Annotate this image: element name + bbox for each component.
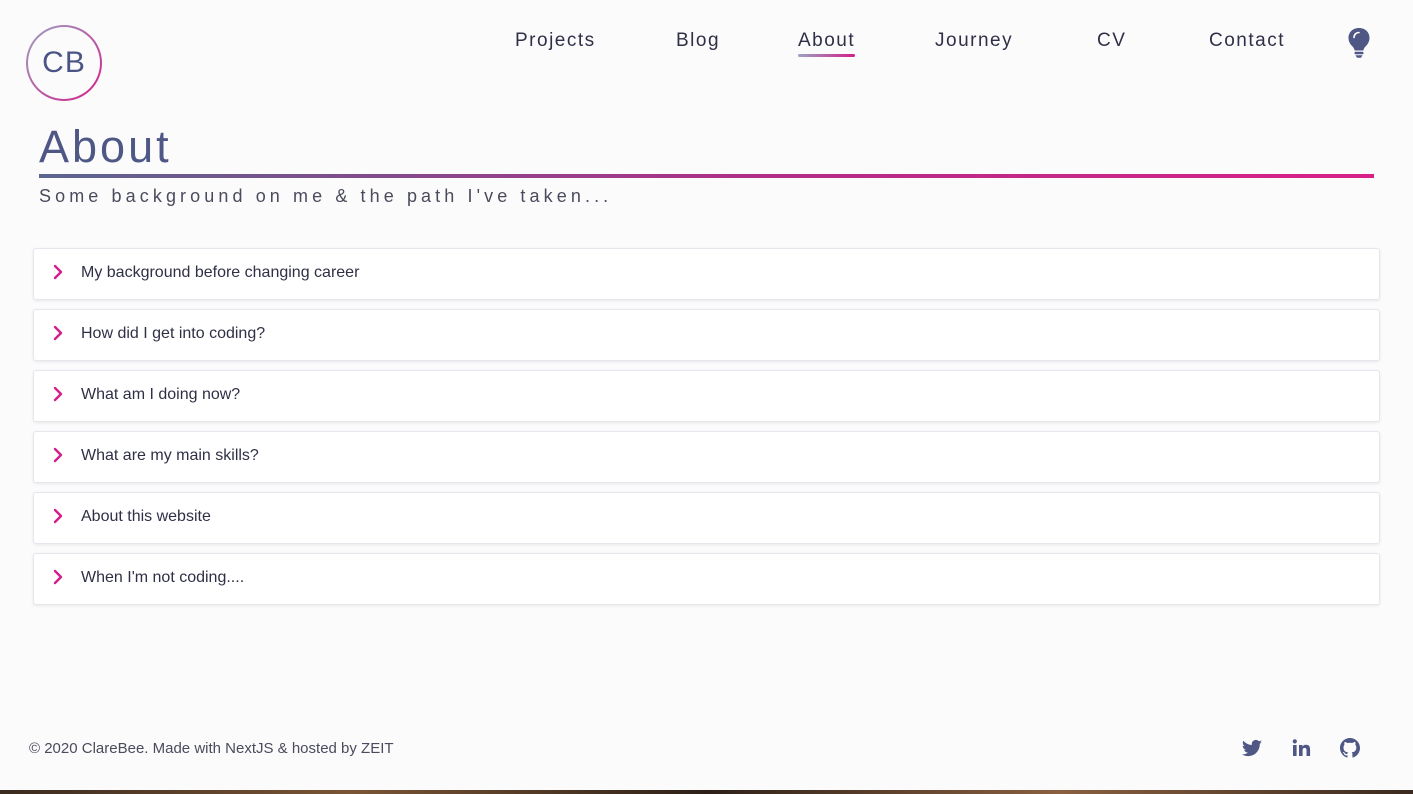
chevron-right-icon [53, 508, 63, 524]
nav-contact[interactable]: Contact [1209, 30, 1285, 52]
nav-projects[interactable]: Projects [515, 30, 596, 52]
footer-copyright: © 2020 ClareBee. Made with NextJS & host… [29, 740, 394, 757]
nav-blog[interactable]: Blog [676, 30, 720, 52]
nav-journey[interactable]: Journey [935, 30, 1013, 52]
accordion-item-into-coding[interactable]: How did I get into coding? [33, 309, 1380, 361]
page-title: About [39, 121, 172, 172]
page: CB Projects Blog About Journey CV Contac… [0, 0, 1413, 794]
accordion-item-skills[interactable]: What are my main skills? [33, 431, 1380, 483]
main-nav: Projects Blog About Journey CV Contact [0, 30, 1413, 60]
about-accordion: My background before changing career How… [33, 248, 1380, 614]
bottom-background-strip [0, 790, 1413, 794]
linkedin-icon[interactable] [1289, 736, 1313, 760]
accordion-item-background[interactable]: My background before changing career [33, 248, 1380, 300]
accordion-item-website[interactable]: About this website [33, 492, 1380, 544]
nav-cv[interactable]: CV [1097, 30, 1126, 52]
chevron-right-icon [53, 264, 63, 280]
accordion-item-label: What are my main skills? [81, 447, 259, 464]
title-divider [39, 174, 1374, 178]
accordion-item-label: What am I doing now? [81, 386, 241, 403]
accordion-item-label: About this website [81, 508, 211, 525]
lightbulb-icon[interactable] [1347, 27, 1371, 59]
nav-about[interactable]: About [798, 30, 856, 57]
twitter-icon[interactable] [1240, 736, 1264, 760]
chevron-right-icon [53, 325, 63, 341]
accordion-item-label: My background before changing career [81, 264, 360, 281]
accordion-item-label: When I'm not coding.... [81, 569, 245, 586]
accordion-item-label: How did I get into coding? [81, 325, 266, 342]
github-icon[interactable] [1338, 736, 1362, 760]
chevron-right-icon [53, 569, 63, 585]
accordion-item-doing-now[interactable]: What am I doing now? [33, 370, 1380, 422]
page-subtitle: Some background on me & the path I've ta… [39, 186, 613, 206]
chevron-right-icon [53, 386, 63, 402]
accordion-item-not-coding[interactable]: When I'm not coding.... [33, 553, 1380, 605]
chevron-right-icon [53, 447, 63, 463]
